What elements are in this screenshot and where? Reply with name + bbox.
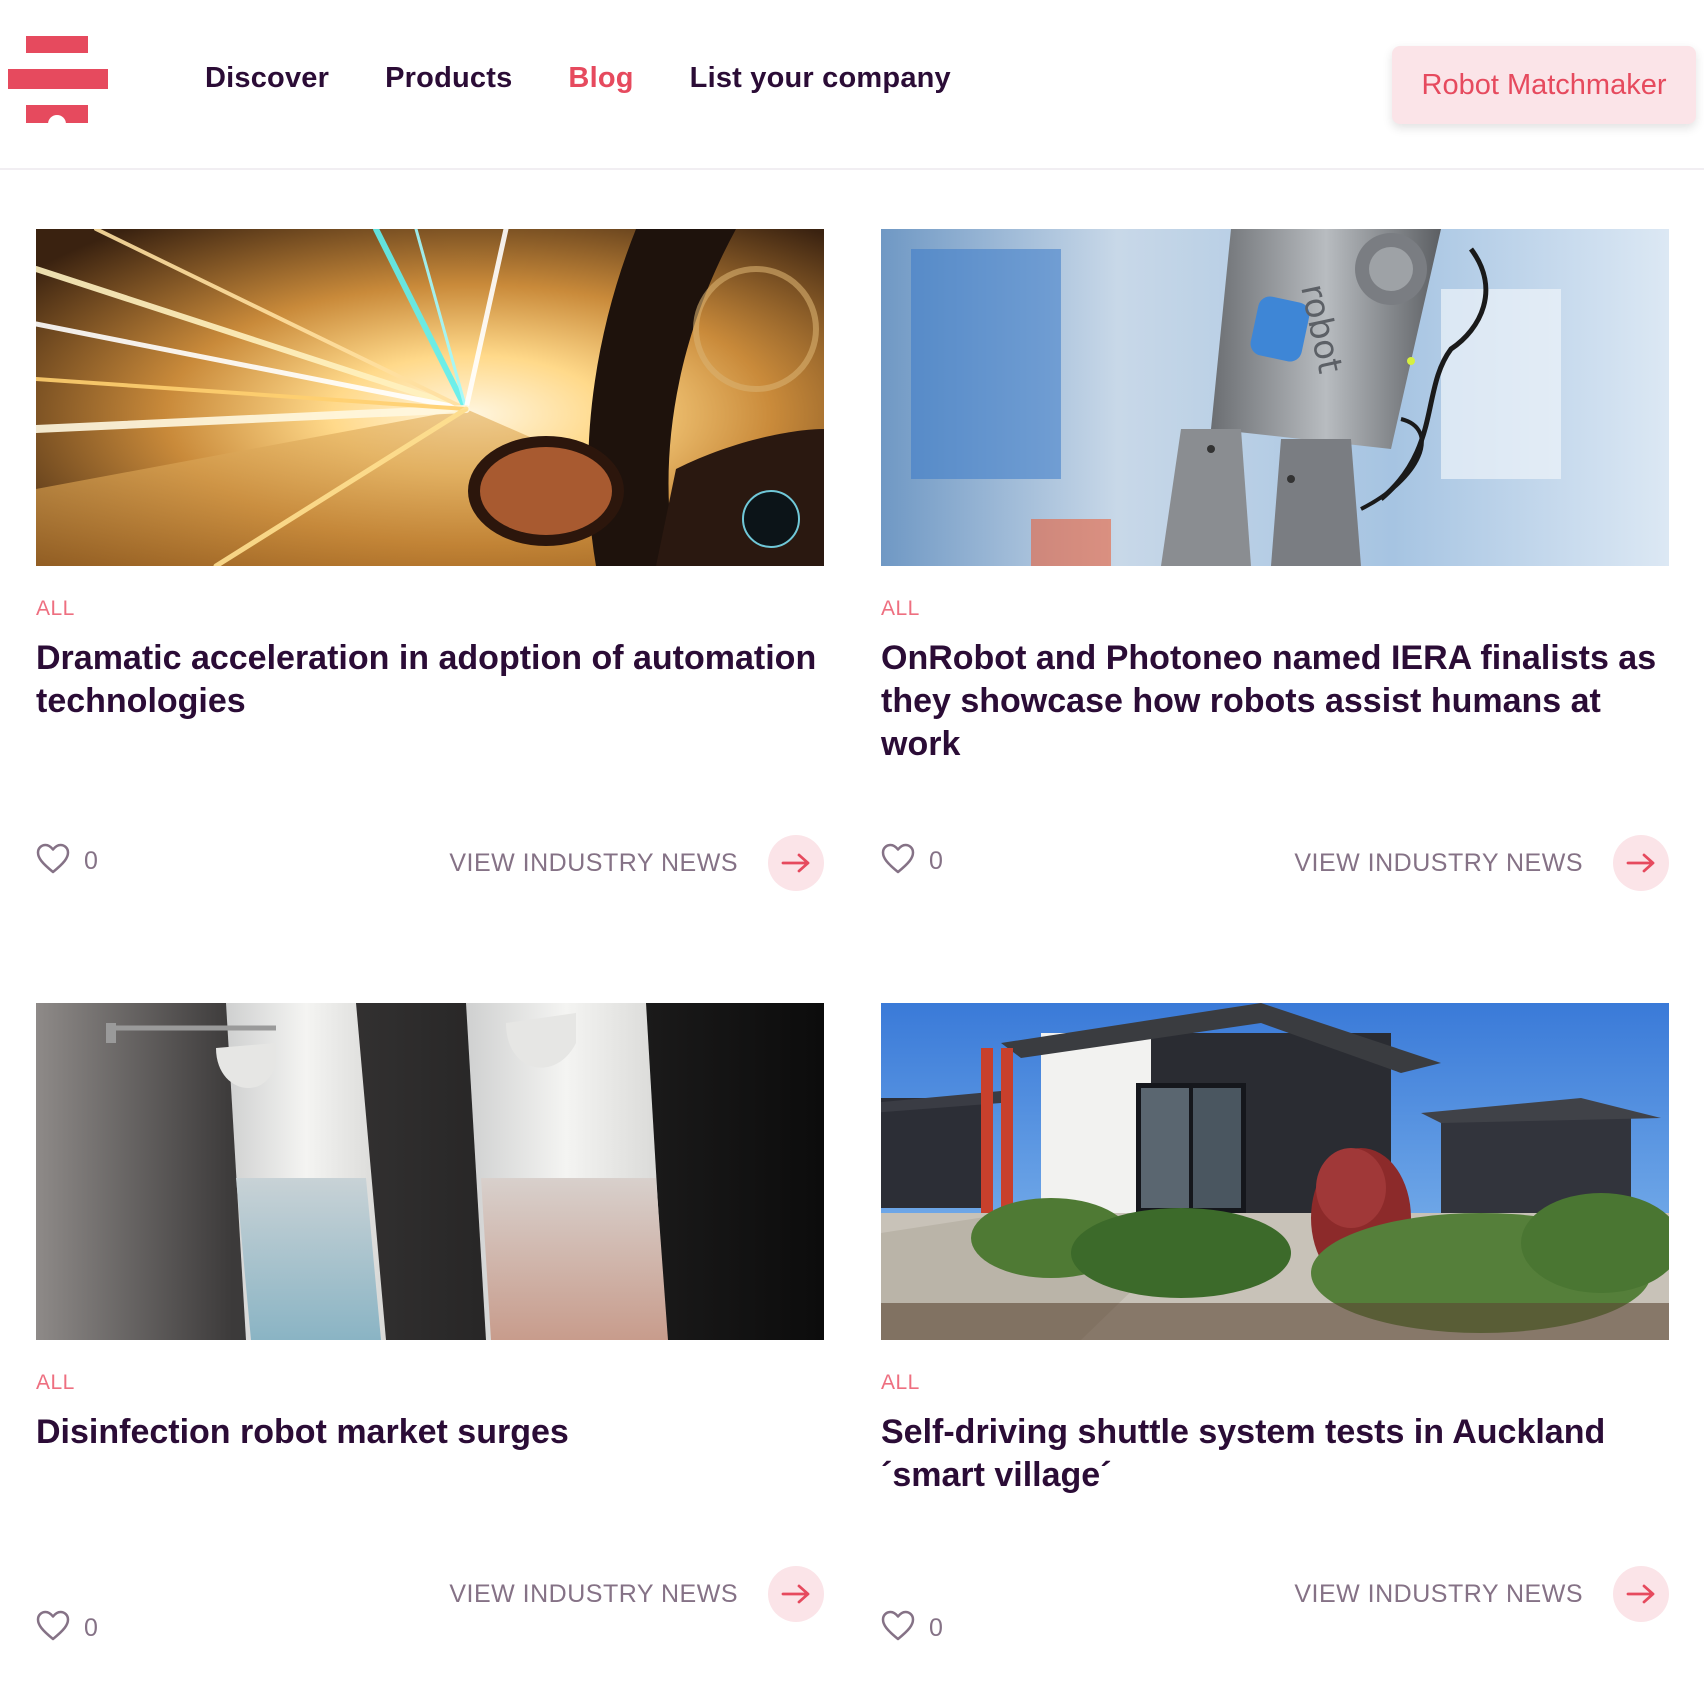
main-nav: Discover Products Blog List your company [205, 62, 951, 95]
sanitizer-dispensers-image [36, 1003, 824, 1340]
modern-house-garden-image [881, 1003, 1669, 1340]
news-card: robot ALL OnRobot and Photoneo named IER… [881, 229, 1669, 929]
robot-matchmaker-button[interactable]: Robot Matchmaker [1392, 46, 1696, 124]
card-category[interactable]: ALL [881, 1371, 920, 1395]
arrow-right-icon[interactable] [768, 835, 824, 891]
like-count: 0 [84, 847, 98, 875]
like-button[interactable]: 0 [36, 1608, 98, 1643]
view-industry-news-label: VIEW INDUSTRY NEWS [449, 848, 738, 877]
heart-icon [36, 1610, 70, 1640]
card-category[interactable]: ALL [36, 597, 75, 621]
heart-icon [36, 843, 70, 873]
like-button[interactable]: 0 [36, 841, 98, 876]
view-industry-news-link[interactable]: VIEW INDUSTRY NEWS [449, 835, 824, 891]
card-image[interactable] [881, 1003, 1669, 1340]
news-card: ALL Dramatic acceleration in adoption of… [36, 229, 824, 929]
view-industry-news-label: VIEW INDUSTRY NEWS [1294, 1579, 1583, 1608]
like-button[interactable]: 0 [881, 1608, 943, 1643]
heart-icon [881, 843, 915, 873]
arrow-right-icon[interactable] [1613, 835, 1669, 891]
onrobot-gripper-image: robot [881, 229, 1669, 566]
arrow-right-icon[interactable] [1613, 1566, 1669, 1622]
card-image[interactable] [36, 1003, 824, 1340]
news-card: ALL Disinfection robot market surges 0 V… [36, 1003, 824, 1703]
like-count: 0 [84, 1614, 98, 1642]
logo-icon[interactable] [8, 36, 108, 124]
like-count: 0 [929, 1614, 943, 1642]
card-title[interactable]: Disinfection robot market surges [36, 1411, 824, 1454]
site-header: Discover Products Blog List your company… [0, 0, 1704, 170]
card-title[interactable]: Self-driving shuttle system tests in Auc… [881, 1411, 1669, 1497]
arrow-right-icon[interactable] [768, 1566, 824, 1622]
nav-discover[interactable]: Discover [205, 62, 329, 95]
nav-blog[interactable]: Blog [568, 62, 633, 95]
card-category[interactable]: ALL [881, 597, 920, 621]
view-industry-news-label: VIEW INDUSTRY NEWS [449, 1579, 738, 1608]
card-category[interactable]: ALL [36, 1371, 75, 1395]
heart-icon [881, 1610, 915, 1640]
like-button[interactable]: 0 [881, 841, 943, 876]
view-industry-news-link[interactable]: VIEW INDUSTRY NEWS [1294, 1566, 1669, 1622]
card-image[interactable] [36, 229, 824, 566]
view-industry-news-link[interactable]: VIEW INDUSTRY NEWS [449, 1566, 824, 1622]
car-light-streaks-image [36, 229, 824, 566]
nav-products[interactable]: Products [385, 62, 512, 95]
nav-list-your-company[interactable]: List your company [690, 62, 951, 95]
card-title[interactable]: Dramatic acceleration in adoption of aut… [36, 637, 824, 723]
card-title[interactable]: OnRobot and Photoneo named IERA finalist… [881, 637, 1669, 766]
view-industry-news-link[interactable]: VIEW INDUSTRY NEWS [1294, 835, 1669, 891]
view-industry-news-label: VIEW INDUSTRY NEWS [1294, 848, 1583, 877]
like-count: 0 [929, 847, 943, 875]
card-image[interactable]: robot [881, 229, 1669, 566]
news-card: ALL Self-driving shuttle system tests in… [881, 1003, 1669, 1703]
